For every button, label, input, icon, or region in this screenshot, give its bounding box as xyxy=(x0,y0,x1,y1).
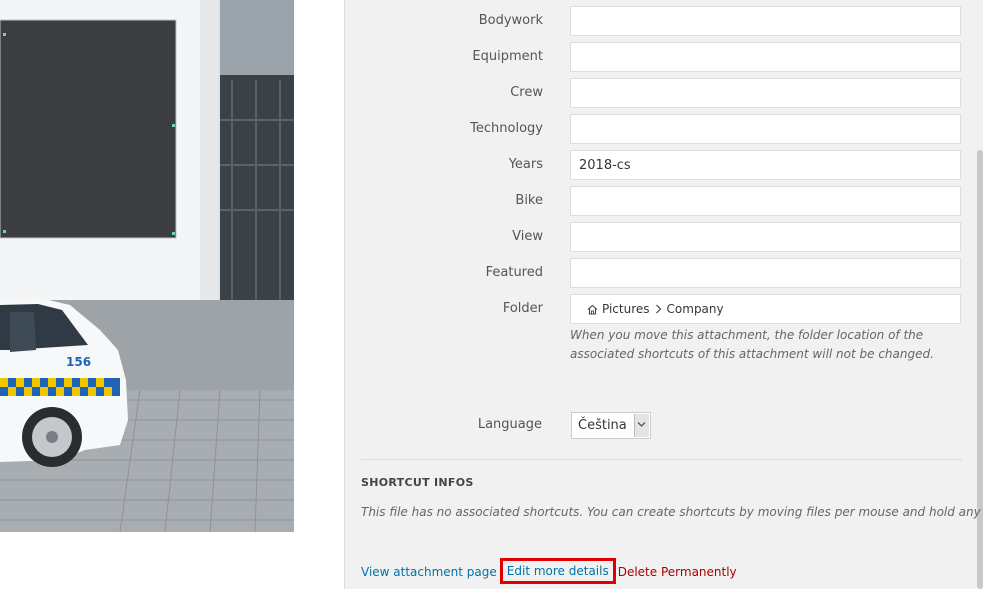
home-icon xyxy=(587,297,598,325)
section-divider xyxy=(361,459,962,460)
folder-crumb-company[interactable]: Company xyxy=(667,302,724,316)
field-label-bodywork: Bodywork xyxy=(478,13,543,28)
field-label-crew: Crew xyxy=(510,85,543,100)
field-row-folder: Folder Pictures Company xyxy=(345,294,983,324)
folder-note: When you move this attachment, the folde… xyxy=(570,328,934,361)
language-label: Language xyxy=(477,417,542,432)
field-input-years[interactable] xyxy=(570,150,961,180)
attachment-details-panel: Bodywork Equipment Crew Technology Years… xyxy=(344,0,983,589)
field-label-equipment: Equipment xyxy=(472,49,543,64)
attachment-preview-image: 156 xyxy=(0,0,294,532)
folder-breadcrumb[interactable]: Pictures Company xyxy=(570,294,961,324)
field-label-years: Years xyxy=(508,157,543,172)
car-badge-text: 156 xyxy=(66,355,91,369)
edit-more-details-link[interactable]: Edit more details xyxy=(499,558,616,584)
shortcut-infos-heading: SHORTCUT INFOS xyxy=(361,476,474,489)
field-input-equipment[interactable] xyxy=(570,42,961,72)
field-label-bike: Bike xyxy=(515,193,543,208)
field-row-bike: Bike xyxy=(345,186,983,216)
field-input-view[interactable] xyxy=(570,222,961,252)
attachment-actions: View attachment page Edit more details Del… xyxy=(361,558,737,585)
field-input-bike[interactable] xyxy=(570,186,961,216)
field-row-crew: Crew xyxy=(345,78,983,108)
field-label-technology: Technology xyxy=(470,121,543,136)
field-row-technology: Technology xyxy=(345,114,983,144)
folder-crumb-pictures[interactable]: Pictures xyxy=(602,302,650,316)
field-row-view: View xyxy=(345,222,983,252)
shortcut-infos-note: This file has no associated shortcuts. Y… xyxy=(361,505,983,519)
language-select[interactable]: Čeština xyxy=(571,412,651,439)
view-attachment-page-link[interactable]: View attachment page xyxy=(361,565,497,579)
field-input-crew[interactable] xyxy=(570,78,961,108)
language-selected-value: Čeština xyxy=(578,418,627,433)
field-row-featured: Featured xyxy=(345,258,983,288)
chevron-down-icon[interactable] xyxy=(634,414,649,437)
field-row-bodywork: Bodywork xyxy=(345,6,983,36)
field-label-featured: Featured xyxy=(485,265,543,280)
field-input-featured[interactable] xyxy=(570,258,961,288)
field-input-bodywork[interactable] xyxy=(570,6,961,36)
chevron-right-icon xyxy=(655,296,662,324)
field-label-folder: Folder xyxy=(502,301,543,316)
field-label-view: View xyxy=(512,229,543,244)
field-input-technology[interactable] xyxy=(570,114,961,144)
field-row-equipment: Equipment xyxy=(345,42,983,72)
field-row-years: Years xyxy=(345,150,983,180)
delete-permanently-link[interactable]: Delete Permanently xyxy=(618,565,737,579)
